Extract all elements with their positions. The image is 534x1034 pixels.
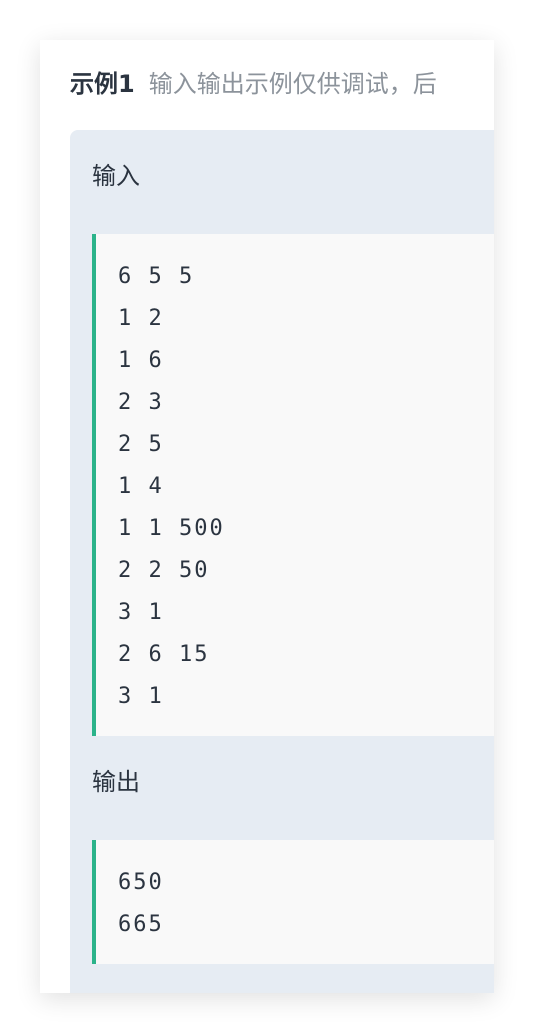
- input-line: 1 4: [118, 474, 164, 499]
- input-line: 2 3: [118, 390, 164, 415]
- input-line: 1 2: [118, 306, 164, 331]
- input-label: 输入: [92, 162, 140, 190]
- input-line: 2 5: [118, 432, 164, 457]
- input-line: 2 2 50: [118, 558, 210, 583]
- input-code-block[interactable]: 6 5 5 1 2 1 6 2 3 2 5 1 4 1 1 500 2 2 50…: [92, 234, 494, 736]
- output-line: 650: [118, 870, 164, 895]
- input-line: 3 1: [118, 684, 164, 709]
- example-card: 示例1 输入输出示例仅供调试，后 输入 6 5 5 1 2 1 6 2 3 2 5…: [40, 40, 494, 993]
- example-note: 输入输出示例仅供调试，后: [148, 70, 437, 98]
- input-line: 2 6 15: [118, 642, 210, 667]
- output-label: 输出: [92, 768, 140, 796]
- example-header: 示例1 输入输出示例仅供调试，后: [70, 64, 437, 99]
- input-line: 1 1 500: [118, 516, 225, 541]
- input-line: 3 1: [118, 600, 164, 625]
- output-code-block[interactable]: 650 665: [92, 840, 494, 964]
- input-line: 6 5 5: [118, 264, 195, 289]
- output-line: 665: [118, 912, 164, 937]
- input-line: 1 6: [118, 348, 164, 373]
- example-panel: 输入 6 5 5 1 2 1 6 2 3 2 5 1 4 1 1 500 2 2…: [70, 130, 494, 993]
- example-title: 示例1: [70, 70, 135, 98]
